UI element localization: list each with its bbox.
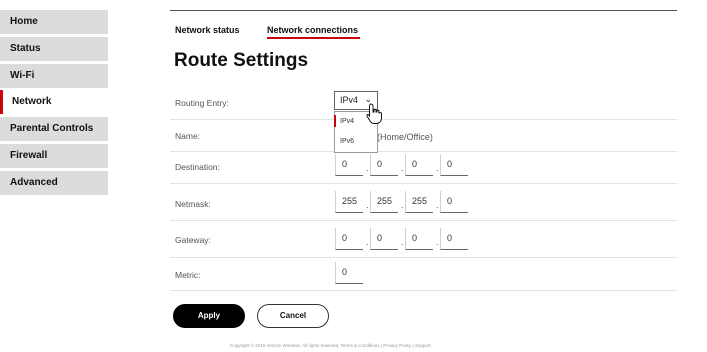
octet-separator: . (401, 163, 404, 173)
sidebar-item-wifi[interactable]: Wi-Fi (0, 64, 108, 88)
netmask-label: Netmask: (175, 199, 211, 209)
gateway-label: Gateway: (175, 235, 211, 245)
row-divider (170, 151, 677, 152)
metric-field[interactable]: 0 (335, 262, 363, 284)
tab-network-status[interactable]: Network status (175, 25, 240, 35)
selected-option-indicator (334, 115, 336, 127)
sidebar-item-status[interactable]: Status (0, 37, 108, 61)
destination-octet-4[interactable]: 0 (440, 154, 468, 176)
routing-entry-label: Routing Entry: (175, 98, 229, 108)
metric-label: Metric: (175, 270, 201, 280)
apply-button[interactable]: Apply (173, 304, 245, 328)
octet-separator: . (366, 200, 369, 210)
row-divider (170, 183, 677, 184)
octet-separator: . (436, 200, 439, 210)
sidebar-item-home[interactable]: Home (0, 10, 108, 34)
sidebar-item-parental-controls[interactable]: Parental Controls (0, 117, 108, 141)
page-title: Route Settings (174, 50, 309, 71)
active-tab-indicator (267, 37, 360, 39)
octet-separator: . (366, 237, 369, 247)
row-divider (170, 290, 677, 291)
octet-separator: . (436, 163, 439, 173)
option-ipv6[interactable]: IPv6 (340, 138, 354, 145)
destination-octet-1[interactable]: 0 (335, 154, 363, 176)
octet-separator: . (436, 237, 439, 247)
gateway-octet-3[interactable]: 0 (405, 228, 433, 250)
octet-separator: . (366, 163, 369, 173)
gateway-octet-1[interactable]: 0 (335, 228, 363, 250)
gateway-octet-2[interactable]: 0 (370, 228, 398, 250)
netmask-octet-1[interactable]: 255 (335, 191, 363, 213)
destination-octet-3[interactable]: 0 (405, 154, 433, 176)
row-divider (170, 257, 677, 258)
sidebar-item-advanced[interactable]: Advanced (0, 171, 108, 195)
sidebar-item-network[interactable]: Network (0, 90, 108, 114)
name-label: Name: (175, 131, 201, 141)
name-field[interactable]: (Home/Office) (377, 132, 433, 142)
octet-separator: . (401, 237, 404, 247)
header-divider (170, 10, 677, 11)
footer-copyright: Copyright © 2019 Verizon Wireless. All r… (230, 343, 431, 348)
row-divider (170, 220, 677, 221)
netmask-octet-2[interactable]: 255 (370, 191, 398, 213)
destination-octet-2[interactable]: 0 (370, 154, 398, 176)
row-divider (170, 119, 677, 120)
cancel-button[interactable]: Cancel (257, 304, 329, 328)
netmask-octet-3[interactable]: 255 (405, 191, 433, 213)
tab-network-connections[interactable]: Network connections (267, 25, 358, 35)
gateway-octet-4[interactable]: 0 (440, 228, 468, 250)
octet-separator: . (401, 200, 404, 210)
netmask-octet-4[interactable]: 0 (440, 191, 468, 213)
destination-label: Destination: (175, 162, 220, 172)
sidebar-item-firewall[interactable]: Firewall (0, 144, 108, 168)
routing-entry-value: IPv4 (340, 95, 359, 105)
hand-cursor-icon (366, 103, 382, 124)
option-ipv4[interactable]: IPv4 (340, 118, 354, 125)
